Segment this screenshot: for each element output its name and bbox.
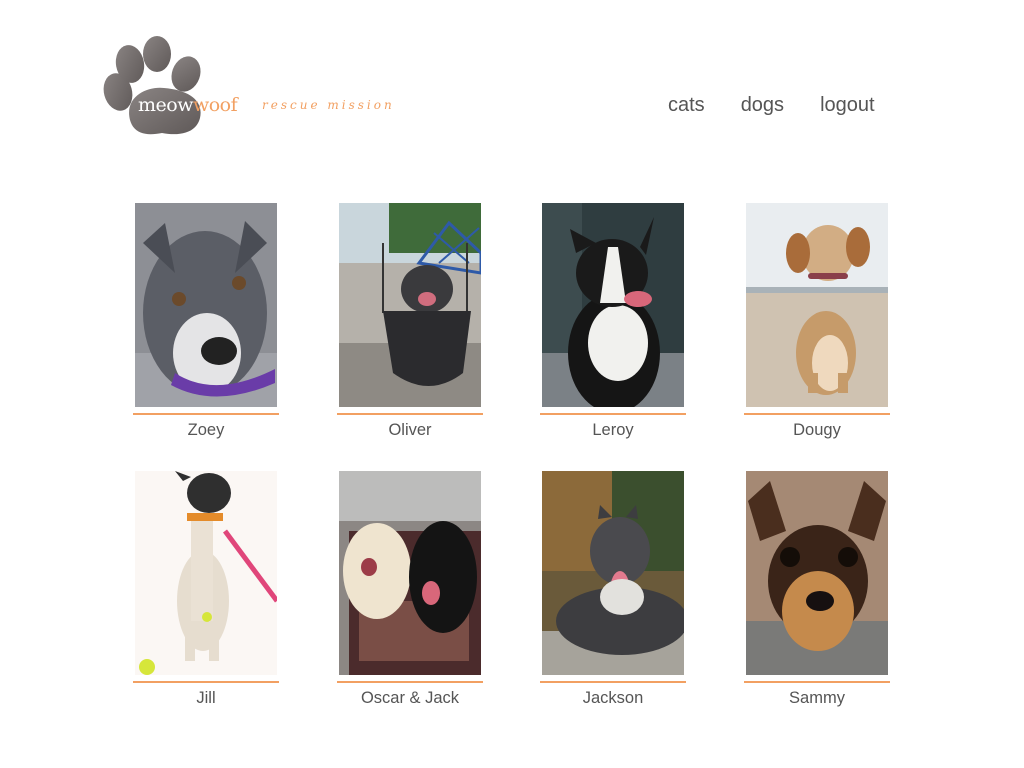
dog-name: Sammy (789, 689, 845, 707)
card-underline (337, 413, 483, 415)
dog-card[interactable]: Jackson (540, 471, 686, 708)
card-underline (540, 413, 686, 415)
dog-photo (746, 203, 888, 407)
dog-photo (135, 471, 277, 675)
dog-name: Oscar & Jack (360, 689, 460, 707)
dog-card[interactable]: Zoey (133, 203, 279, 440)
dog-gallery: Zoey Oliver Leroy Dougy Jill Oscar & Jac… (0, 0, 1024, 768)
dog-card[interactable]: Jill (133, 471, 279, 708)
card-underline (540, 681, 686, 683)
dog-name: Jill (196, 689, 216, 707)
dog-name: Jackson (582, 689, 644, 707)
dog-card[interactable]: Oscar & Jack (337, 471, 483, 708)
dog-name: Dougy (793, 421, 841, 439)
card-underline (337, 681, 483, 683)
dog-name: Leroy (592, 421, 634, 439)
card-underline (133, 413, 279, 415)
dog-card[interactable]: Dougy (744, 203, 890, 440)
dog-photo (339, 471, 481, 675)
dog-photo (542, 203, 684, 407)
card-underline (133, 681, 279, 683)
dog-card[interactable]: Leroy (540, 203, 686, 440)
card-underline (744, 413, 890, 415)
dog-name: Zoey (187, 421, 225, 439)
dog-card[interactable]: Oliver (337, 203, 483, 440)
dog-photo (542, 471, 684, 675)
card-underline (744, 681, 890, 683)
dog-photo (746, 471, 888, 675)
dog-name: Oliver (388, 421, 432, 439)
dog-card[interactable]: Sammy (744, 471, 890, 708)
dog-photo (339, 203, 481, 407)
dog-photo (135, 203, 277, 407)
